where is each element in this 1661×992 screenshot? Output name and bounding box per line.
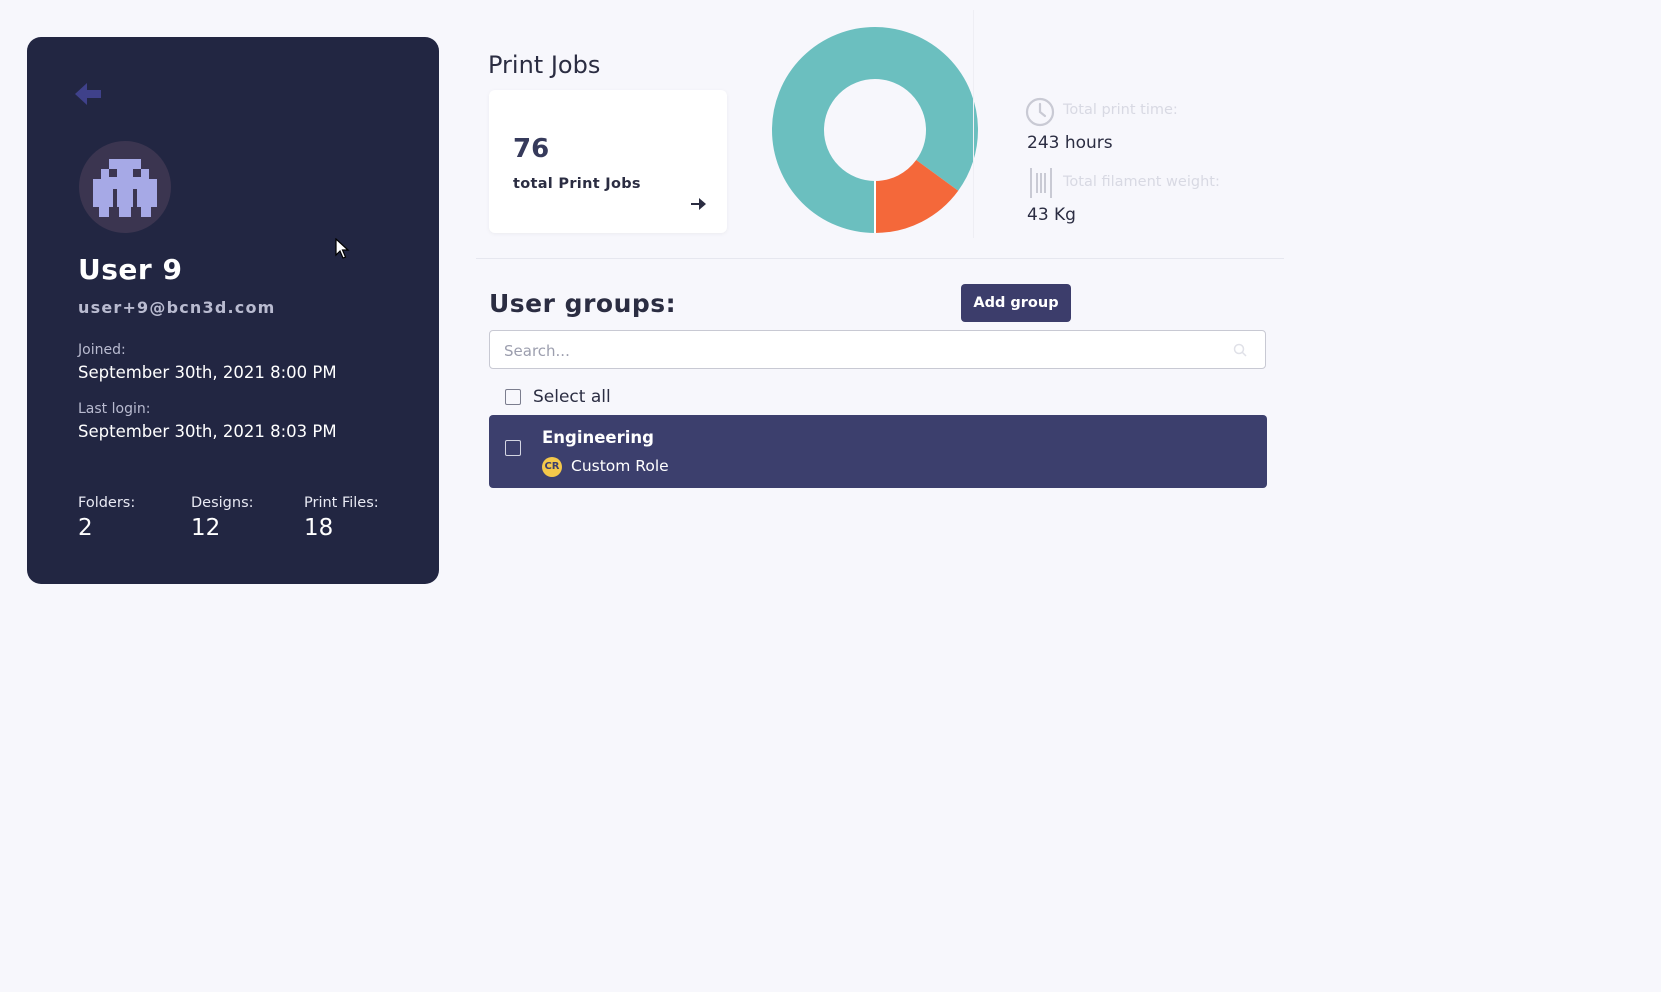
joined-value: September 30th, 2021 8:00 PM [78, 363, 337, 382]
filament-icon [1030, 168, 1052, 198]
designs-label: Designs: [191, 495, 254, 511]
folders-stat: Folders: 2 [78, 495, 135, 541]
user-profile-card: User 9 user+9@bcn3d.com Joined: Septembe… [27, 37, 439, 584]
last-login-label: Last login: [78, 401, 151, 417]
back-arrow-icon[interactable] [71, 77, 105, 111]
total-filament-weight-value: 43 Kg [1027, 205, 1076, 225]
print-files-stat: Print Files: 18 [304, 495, 379, 541]
search-icon[interactable] [1233, 343, 1247, 357]
total-filament-weight-label: Total filament weight: [1063, 174, 1220, 190]
last-login-value: September 30th, 2021 8:03 PM [78, 422, 337, 441]
print-files-label: Print Files: [304, 495, 379, 511]
select-all-label[interactable]: Select all [533, 387, 611, 407]
user-groups-title: User groups: [489, 289, 677, 318]
folders-label: Folders: [78, 495, 136, 511]
print-jobs-card[interactable]: 76 total Print Jobs [489, 90, 727, 233]
select-all-checkbox[interactable] [505, 389, 521, 405]
arrow-right-icon[interactable] [689, 195, 707, 213]
user-name: User 9 [78, 253, 183, 286]
folders-value: 2 [78, 515, 93, 541]
section-divider [476, 258, 1284, 259]
clock-icon [1025, 97, 1055, 127]
panel-divider [973, 10, 974, 238]
total-print-time-value: 243 hours [1027, 133, 1113, 153]
role-name: Custom Role [571, 457, 669, 475]
designs-stat: Designs: 12 [191, 495, 254, 541]
print-jobs-count-label: total Print Jobs [513, 176, 641, 192]
group-row-checkbox[interactable] [505, 440, 521, 456]
joined-label: Joined: [78, 342, 126, 358]
group-search-box [489, 330, 1266, 370]
group-row-engineering[interactable]: Engineering CR Custom Role [489, 415, 1267, 488]
user-email: user+9@bcn3d.com [78, 298, 276, 317]
add-group-button[interactable]: Add group [961, 284, 1071, 322]
designs-value: 12 [191, 515, 221, 541]
print-files-value: 18 [304, 515, 334, 541]
role-badge: CR [542, 457, 562, 477]
group-name: Engineering [542, 428, 654, 447]
avatar-image [93, 159, 157, 217]
group-search-input[interactable] [502, 331, 1206, 370]
print-jobs-count: 76 [513, 134, 550, 164]
print-jobs-title: Print Jobs [488, 51, 601, 79]
print-jobs-donut-chart [772, 27, 978, 233]
total-print-time-label: Total print time: [1063, 102, 1178, 118]
mouse-cursor-icon [335, 238, 350, 259]
avatar [79, 141, 171, 233]
